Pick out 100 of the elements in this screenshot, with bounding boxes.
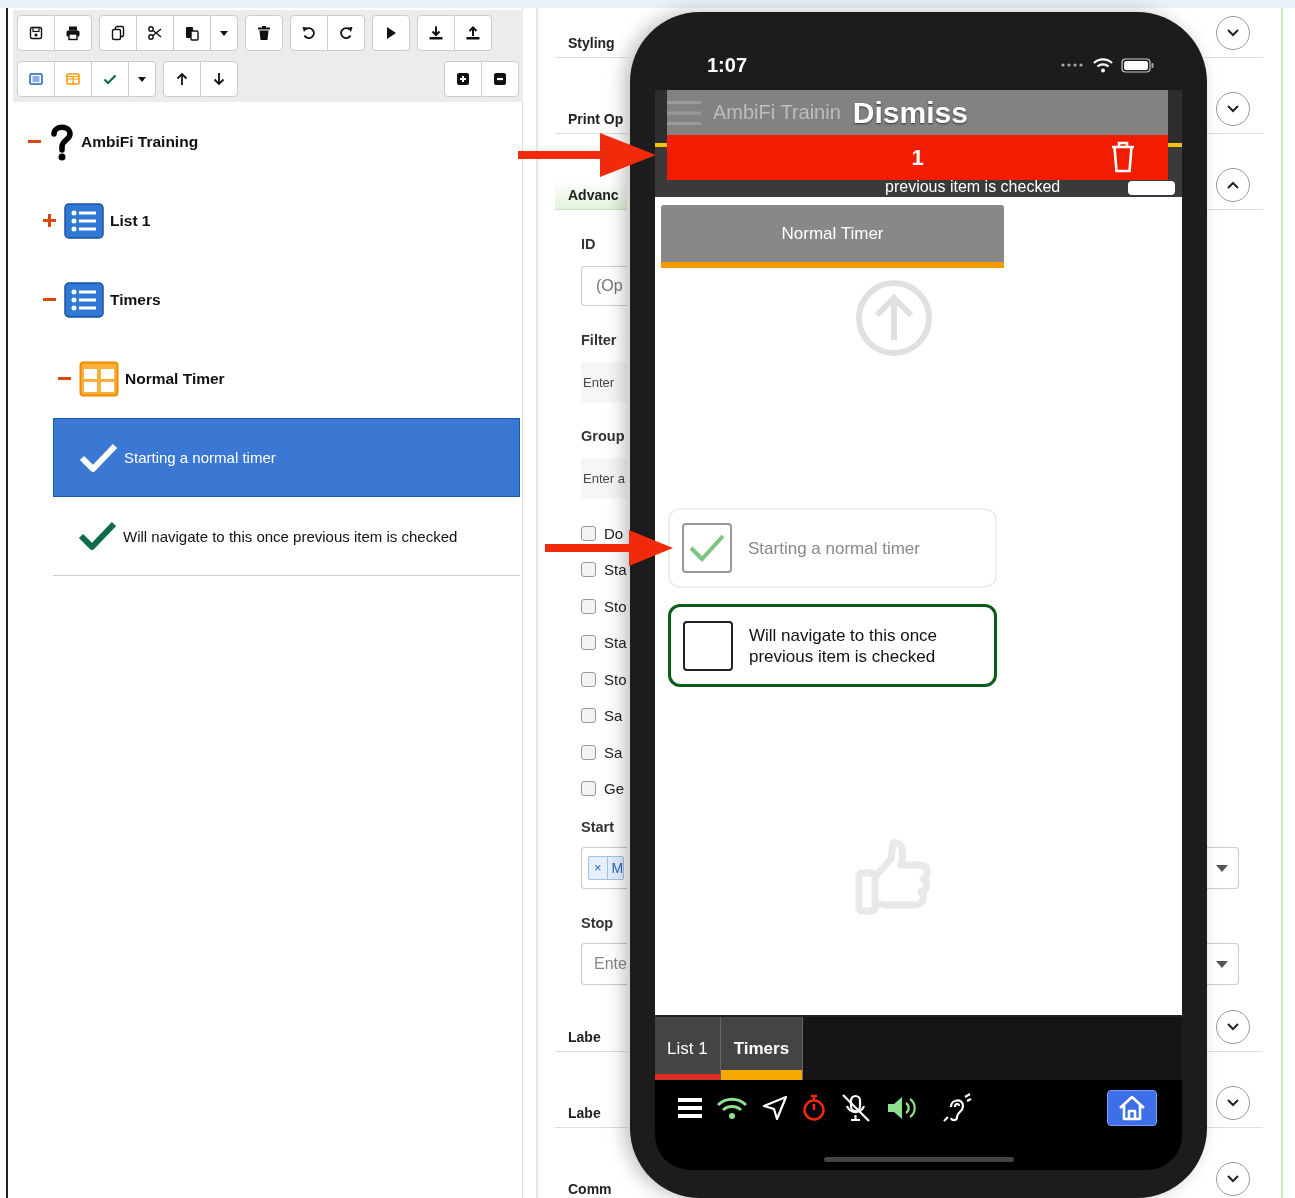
microphone-off-icon[interactable] bbox=[840, 1092, 872, 1123]
printer-button[interactable] bbox=[54, 15, 92, 51]
plus-button[interactable] bbox=[444, 61, 482, 97]
section-header[interactable]: Styling bbox=[555, 28, 627, 58]
tab[interactable]: List 1 bbox=[655, 1017, 721, 1080]
checkbox[interactable] bbox=[581, 635, 596, 651]
section-header[interactable]: Comm bbox=[555, 1174, 627, 1198]
tree-item[interactable]: Timers bbox=[8, 260, 522, 339]
list-icon bbox=[64, 202, 104, 239]
expand-button[interactable] bbox=[1216, 167, 1250, 202]
checkbox[interactable] bbox=[581, 525, 596, 541]
tree-item[interactable]: Normal Timer bbox=[8, 339, 522, 418]
play-button[interactable] bbox=[372, 15, 410, 51]
field-label: Group bbox=[581, 427, 626, 446]
alert-count: 1 bbox=[911, 144, 924, 171]
expand-button[interactable] bbox=[1216, 15, 1250, 50]
section-header[interactable]: Labe bbox=[555, 1022, 627, 1052]
expand-button[interactable] bbox=[1216, 1161, 1250, 1196]
tree-item[interactable]: Will navigate to this once previous item is checked bbox=[53, 497, 520, 576]
input-field[interactable]: Enter a bbox=[581, 458, 627, 498]
upload-button[interactable] bbox=[454, 15, 492, 51]
list-button[interactable] bbox=[17, 61, 55, 97]
list-icon bbox=[28, 71, 44, 87]
ear-icon[interactable] bbox=[942, 1092, 972, 1123]
checkbox[interactable] bbox=[581, 708, 596, 724]
checkbox[interactable] bbox=[581, 598, 596, 614]
section-header[interactable]: Print Op bbox=[555, 104, 627, 134]
arrow-up-icon bbox=[174, 71, 190, 87]
arrow-up-circle-icon bbox=[853, 278, 934, 358]
group-button[interactable]: Normal Timer bbox=[661, 205, 1004, 268]
caret-button[interactable] bbox=[128, 61, 156, 97]
home-icon bbox=[1118, 1094, 1146, 1121]
section-header[interactable]: Labe bbox=[555, 1098, 627, 1128]
copy-button[interactable] bbox=[99, 15, 137, 51]
checkbox[interactable] bbox=[683, 620, 733, 671]
tag-label: M bbox=[610, 860, 624, 876]
caret-icon bbox=[1215, 864, 1228, 872]
select-field[interactable]: × M bbox=[581, 847, 627, 889]
wifi-icon[interactable] bbox=[716, 1095, 748, 1120]
tree-item[interactable]: Starting a normal timer bbox=[53, 418, 520, 497]
undo-button[interactable] bbox=[290, 15, 328, 51]
item-text: Starting a normal timer bbox=[748, 537, 921, 559]
scissors-button[interactable] bbox=[136, 15, 174, 51]
dismiss-text[interactable]: Dismiss bbox=[852, 95, 968, 130]
checkbox-label: Sa bbox=[604, 707, 623, 725]
field-label: ID bbox=[581, 235, 597, 254]
checklist-item[interactable]: Starting a normal timer bbox=[668, 508, 997, 588]
item-text: Will navigate to this once previous item is checked bbox=[749, 624, 939, 667]
paste-button[interactable] bbox=[173, 15, 211, 51]
remove-tag-button[interactable]: × bbox=[589, 857, 608, 879]
plus-icon[interactable] bbox=[42, 213, 57, 228]
checkbox[interactable] bbox=[581, 671, 596, 687]
arrow-down-button[interactable] bbox=[200, 61, 238, 97]
checkbox[interactable] bbox=[581, 781, 596, 797]
arrow-up-button[interactable] bbox=[163, 61, 201, 97]
menu-icon[interactable] bbox=[678, 1097, 702, 1118]
chevron-down-icon bbox=[1227, 1098, 1239, 1107]
dropdown-button[interactable] bbox=[1205, 943, 1239, 985]
floppy-button[interactable] bbox=[17, 15, 55, 51]
field-label: Start bbox=[581, 818, 616, 837]
minus-button[interactable] bbox=[481, 61, 519, 97]
floppy-icon bbox=[28, 25, 44, 41]
tree-item[interactable]: List 1 bbox=[8, 181, 522, 260]
checkbox[interactable] bbox=[682, 523, 732, 573]
caret-icon bbox=[1215, 960, 1228, 968]
redo-button[interactable] bbox=[327, 15, 365, 51]
home-button[interactable] bbox=[1107, 1089, 1157, 1126]
expand-button[interactable] bbox=[1216, 1085, 1250, 1120]
checkbox[interactable] bbox=[581, 562, 596, 578]
upload-icon bbox=[465, 25, 481, 41]
dropdown-button[interactable] bbox=[1205, 847, 1239, 889]
chevron-down-icon bbox=[1227, 104, 1239, 113]
trash-button[interactable] bbox=[245, 15, 283, 51]
section-header[interactable]: Advanc bbox=[555, 180, 627, 210]
table-icon bbox=[65, 71, 81, 87]
printer-icon bbox=[65, 25, 81, 41]
field-label: Stop bbox=[581, 914, 615, 933]
expand-button[interactable] bbox=[1216, 1009, 1250, 1044]
checklist-item[interactable]: Will navigate to this once previous item is checked bbox=[668, 604, 997, 687]
checkbox[interactable] bbox=[581, 744, 596, 760]
navigation-arrow-icon[interactable] bbox=[762, 1094, 788, 1121]
download-button[interactable] bbox=[417, 15, 455, 51]
checkbox-label: Sta bbox=[604, 634, 627, 652]
dismiss-toast[interactable]: AmbiFi Trainin Dismiss bbox=[667, 90, 1168, 135]
arrow-down-icon bbox=[211, 71, 227, 87]
select-field[interactable]: Ente bbox=[581, 943, 627, 985]
chevron-down-icon bbox=[1227, 28, 1239, 37]
tree-item[interactable]: AmbiFi Training bbox=[8, 102, 522, 181]
download-icon bbox=[428, 25, 444, 41]
paste-icon bbox=[184, 25, 200, 41]
expand-button[interactable] bbox=[1216, 91, 1250, 126]
input-field[interactable]: (Op bbox=[581, 266, 627, 306]
check-button[interactable] bbox=[91, 61, 129, 97]
input-field[interactable]: Enter bbox=[581, 362, 627, 402]
trash-icon[interactable] bbox=[1110, 141, 1136, 173]
tab[interactable]: Timers bbox=[720, 1017, 804, 1080]
stopwatch-icon[interactable] bbox=[802, 1093, 826, 1122]
checkbox-label: Do bbox=[604, 524, 624, 542]
check-icon bbox=[688, 533, 726, 563]
chevron-down-icon bbox=[1227, 1174, 1239, 1183]
